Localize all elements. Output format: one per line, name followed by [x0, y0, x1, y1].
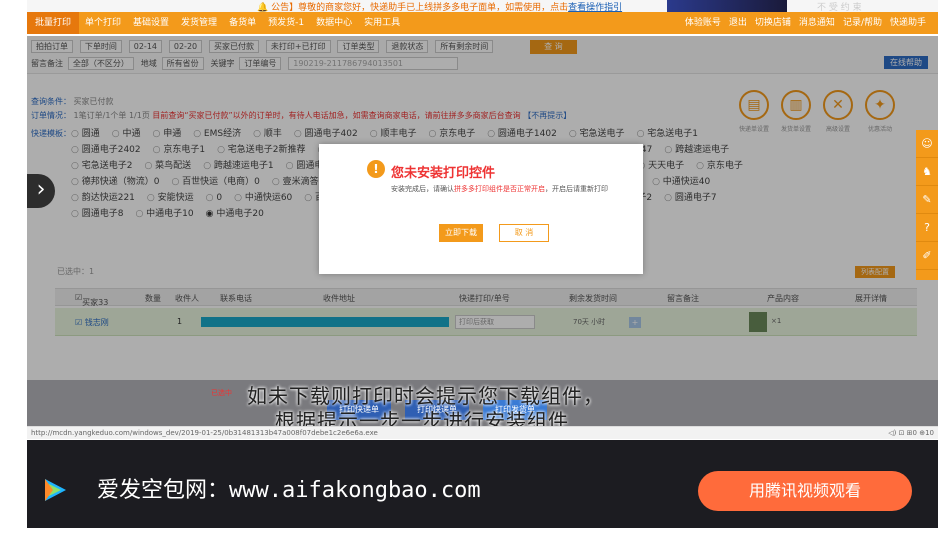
sidebar-chat-icon[interactable]: ✎	[916, 186, 938, 214]
nav-shipping[interactable]: 发货管理	[175, 12, 223, 34]
notice-bar: 🔔 公告】尊敬的商家您好，快递助手已上线拼多多电子面单，如需使用，点击查看操作指…	[27, 0, 938, 12]
nav-right-logout[interactable]: 退出	[725, 12, 751, 34]
video-frame: 🔔 公告】尊敬的商家您好，快递助手已上线拼多多电子面单，如需使用，点击查看操作指…	[27, 0, 938, 543]
footer-brand: 爱发空包网：www.aifakongbao.com	[97, 478, 481, 503]
download-button[interactable]: 立即下载	[439, 224, 483, 242]
nav-right: 体验账号 退出 切换店铺 消息通知 记录/帮助 快递助手	[681, 12, 930, 34]
status-icons: ◁) ⊡ ⊞0 ⊕10	[888, 429, 934, 437]
notice-text: 🔔 公告】尊敬的商家您好，快递助手已上线拼多多电子面单，如需使用，点击查看操作指…	[257, 3, 623, 12]
nav-right-help[interactable]: 记录/帮助	[839, 12, 886, 34]
video-footer: 爱发空包网：www.aifakongbao.com 用腾讯视频观看	[27, 440, 938, 528]
browser-status-bar: http://mcdn.yangkeduo.com/windows_dev/20…	[27, 426, 938, 439]
watch-on-tencent-button[interactable]: 用腾讯视频观看	[698, 471, 912, 511]
status-url: http://mcdn.yangkeduo.com/windows_dev/20…	[31, 429, 378, 437]
nav-right-messages[interactable]: 消息通知	[795, 12, 839, 34]
sidebar-edit-icon[interactable]: ✐	[916, 242, 938, 270]
nav-right-trial[interactable]: 体验账号	[681, 12, 725, 34]
warning-icon: !	[367, 160, 385, 178]
bottom-hint: 已选中	[211, 389, 232, 397]
nav-preship[interactable]: 预发货-1	[262, 12, 310, 34]
sidebar-service-icon[interactable]: ☺	[916, 130, 938, 158]
dialog-title: 您未安装打印控件	[391, 166, 496, 181]
left-margin	[0, 0, 27, 543]
sidebar-help-icon[interactable]: ?	[916, 214, 938, 242]
bottom-margin	[0, 528, 938, 543]
nav-tools[interactable]: 实用工具	[358, 12, 406, 34]
nav-single-print[interactable]: 单个打印	[79, 12, 127, 34]
nav-batch-print[interactable]: 批量打印	[27, 12, 80, 34]
sidebar-cart-icon[interactable]: ♞	[916, 158, 938, 186]
right-sidebar: ☺ ♞ ✎ ? ✐	[916, 130, 938, 280]
nav-data-center[interactable]: 数据中心	[310, 12, 358, 34]
nav-right-brand[interactable]: 快递助手	[886, 12, 930, 34]
play-logo-icon	[45, 479, 66, 501]
dialog-message: 安装完成后，请确认拼多多打印组件是否正常开启，开启后请重新打印	[391, 185, 608, 193]
cancel-button[interactable]: 取 消	[499, 224, 549, 242]
main-nav: 批量打印 单个打印 基础设置 发货管理 备货单 预发货-1 数据中心 实用工具 体验账号 退出切…	[27, 12, 938, 34]
nav-right-switch[interactable]: 切换店铺	[751, 12, 795, 34]
plugin-missing-dialog: ! 您未安装打印控件 安装完成后，请确认拼多多打印组件是否正常开启，开启后请重新…	[319, 144, 643, 274]
banner-text: 不 受 约 束	[817, 3, 862, 12]
nav-basic-settings[interactable]: 基础设置	[127, 12, 175, 34]
notice-link[interactable]: 查看操作指引	[568, 3, 622, 12]
promo-banner[interactable]	[667, 0, 787, 12]
nav-stock[interactable]: 备货单	[223, 12, 262, 34]
